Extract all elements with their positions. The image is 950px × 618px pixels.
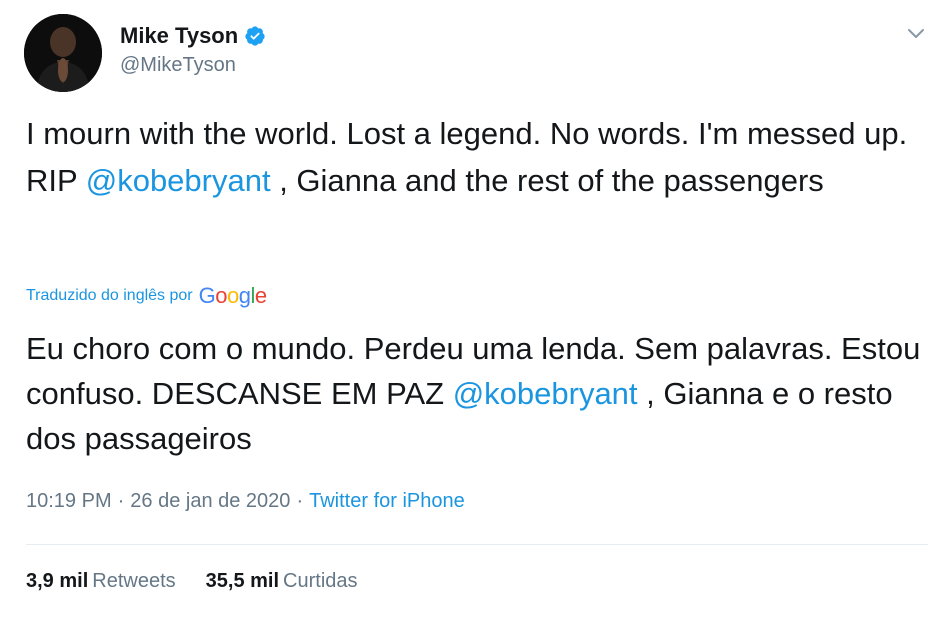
tweet-text-part: , Gianna and the rest of the passengers <box>270 163 824 198</box>
retweets-label: Retweets <box>92 570 176 592</box>
google-logo: Google <box>198 283 268 308</box>
display-name-row: Mike Tyson <box>120 22 266 50</box>
translated-text: Eu choro com o mundo. Perdeu uma lenda. … <box>26 326 926 461</box>
chevron-down-icon[interactable] <box>904 24 928 44</box>
tweet-card: Mike Tyson @MikeTyson I mourn with the w… <box>0 0 950 618</box>
likes-label: Curtidas <box>283 570 358 592</box>
tweet-text: I mourn with the world. Lost a legend. N… <box>26 110 926 204</box>
retweets-stat[interactable]: 3,9 mil Retweets <box>26 570 176 593</box>
tweet-meta: 10:19 PM · 26 de jan de 2020 · Twitter f… <box>26 490 465 513</box>
tweet-time[interactable]: 10:19 PM <box>26 490 112 513</box>
mention-link[interactable]: @kobebryant <box>86 163 271 198</box>
retweets-count: 3,9 mil <box>26 570 89 592</box>
mention-link[interactable]: @kobebryant <box>453 376 638 411</box>
author-block: Mike Tyson @MikeTyson <box>120 22 266 77</box>
handle[interactable]: @MikeTyson <box>120 54 266 77</box>
verified-badge-icon <box>244 25 266 47</box>
tweet-source-link[interactable]: Twitter for iPhone <box>309 490 465 513</box>
meta-separator: · <box>117 490 125 512</box>
likes-stat[interactable]: 35,5 mil Curtidas <box>206 570 358 593</box>
translation-attribution[interactable]: Traduzido do inglês por Google <box>26 283 267 309</box>
likes-count: 35,5 mil <box>205 570 280 592</box>
tweet-date[interactable]: 26 de jan de 2020 <box>130 490 290 513</box>
avatar-photo <box>24 14 102 92</box>
display-name[interactable]: Mike Tyson <box>120 23 238 49</box>
divider <box>26 544 928 545</box>
translated-by-label: Traduzido do inglês por <box>26 287 193 304</box>
meta-separator: · <box>296 490 304 512</box>
tweet-stats: 3,9 mil Retweets 35,5 mil Curtidas <box>26 570 358 593</box>
avatar[interactable] <box>24 14 102 92</box>
